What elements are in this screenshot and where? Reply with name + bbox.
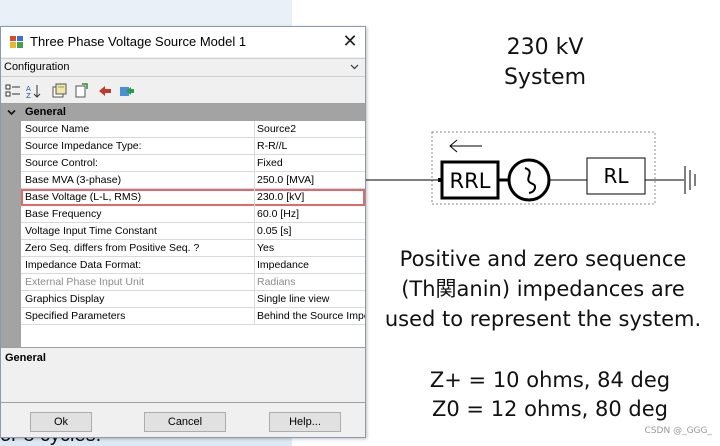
ok-button[interactable]: Ok bbox=[30, 412, 92, 432]
property-name: Source Impedance Type: bbox=[25, 140, 142, 152]
property-name: Impedance Data Format: bbox=[25, 259, 142, 271]
property-name: Base Voltage (L-L, RMS) bbox=[25, 191, 142, 203]
equation-positive: Z+ = 10 ohms, 84 deg bbox=[429, 368, 671, 392]
column-divider[interactable] bbox=[254, 121, 255, 138]
property-value[interactable]: Impedance bbox=[257, 259, 365, 271]
configuration-dropdown[interactable]: Configuration bbox=[1, 58, 365, 77]
property-row[interactable]: Base MVA (3-phase) 250.0 [MVA] bbox=[21, 172, 365, 189]
dialog-titlebar[interactable]: Three Phase Voltage Source Model 1 ✕ bbox=[1, 27, 365, 57]
column-divider[interactable] bbox=[254, 274, 255, 291]
description-pane-title: General bbox=[5, 352, 46, 364]
property-row[interactable]: Specified Parameters Behind the Source Im… bbox=[21, 308, 365, 325]
property-value[interactable]: 250.0 [MVA] bbox=[257, 174, 365, 186]
help-button[interactable]: Help... bbox=[269, 412, 341, 432]
column-divider[interactable] bbox=[254, 223, 255, 240]
column-divider[interactable] bbox=[254, 189, 255, 206]
property-grid: General Source Name Source2 Source Impedan… bbox=[1, 103, 365, 347]
property-row[interactable]: Source Impedance Type: R-R//L bbox=[21, 138, 365, 155]
property-value[interactable]: 60.0 [Hz] bbox=[257, 208, 365, 220]
property-name: Graphics Display bbox=[25, 293, 105, 305]
column-divider[interactable] bbox=[254, 257, 255, 274]
group-header-general[interactable]: General bbox=[1, 104, 365, 121]
group-title: General bbox=[25, 106, 66, 118]
column-divider[interactable] bbox=[254, 291, 255, 308]
column-divider[interactable] bbox=[254, 172, 255, 189]
chevron-down-icon bbox=[350, 64, 359, 70]
property-value[interactable]: Source2 bbox=[257, 123, 365, 135]
property-value[interactable]: Behind the Source Impedance bbox=[257, 310, 365, 322]
property-row[interactable]: External Phase Input Unit Radians bbox=[21, 274, 365, 291]
description-line-1: Positive and zero sequence bbox=[399, 247, 687, 271]
property-name: Voltage Input Time Constant bbox=[25, 225, 157, 237]
property-row[interactable]: Base Voltage (L-L, RMS) 230.0 [kV] bbox=[21, 189, 365, 206]
grid-margin bbox=[1, 121, 21, 347]
close-button[interactable]: ✕ bbox=[335, 27, 365, 56]
dialog-title: Three Phase Voltage Source Model 1 bbox=[30, 34, 247, 49]
categorized-view-icon[interactable] bbox=[5, 83, 21, 99]
property-value[interactable]: Fixed bbox=[257, 157, 365, 169]
description-line-2: (Th関anin) impedances are bbox=[401, 277, 685, 301]
svg-text:Z: Z bbox=[26, 92, 31, 99]
system-title: 230 kV System bbox=[470, 33, 620, 93]
property-row[interactable]: Zero Seq. differs from Positive Seq. ? Ye… bbox=[21, 240, 365, 257]
diagram-rl-label: RL bbox=[603, 164, 629, 188]
import-icon[interactable] bbox=[97, 83, 113, 99]
property-toolbar: A Z bbox=[1, 79, 365, 103]
property-value[interactable]: Single line view bbox=[257, 293, 365, 305]
property-row[interactable]: Impedance Data Format: Impedance bbox=[21, 257, 365, 274]
diagram-rrl-label: RRL bbox=[450, 169, 491, 193]
close-icon: ✕ bbox=[342, 31, 358, 51]
collapse-icon[interactable] bbox=[7, 108, 16, 117]
app-icon bbox=[10, 36, 23, 48]
single-line-diagram: RRL RL bbox=[362, 131, 696, 205]
column-divider[interactable] bbox=[254, 308, 255, 325]
property-value[interactable]: Yes bbox=[257, 242, 365, 254]
property-name: Zero Seq. differs from Positive Seq. ? bbox=[25, 242, 200, 254]
property-name: Source Name bbox=[25, 123, 90, 135]
property-row[interactable]: Source Control: Fixed bbox=[21, 155, 365, 172]
property-row[interactable]: Source Name Source2 bbox=[21, 121, 365, 138]
copy-icon[interactable] bbox=[73, 83, 89, 99]
impedance-equations: Z+ = 10 ohms, 84 deg Z0 = 12 ohms, 80 de… bbox=[380, 366, 720, 424]
export-icon[interactable] bbox=[119, 83, 135, 99]
property-name: External Phase Input Unit bbox=[25, 276, 145, 288]
watermark: CSDN @_GGG_ bbox=[644, 426, 712, 436]
equation-zero: Z0 = 12 ohms, 80 deg bbox=[432, 397, 668, 421]
column-divider[interactable] bbox=[254, 138, 255, 155]
property-row[interactable]: Graphics Display Single line view bbox=[21, 291, 365, 308]
column-divider[interactable] bbox=[254, 240, 255, 257]
property-name: Base MVA (3-phase) bbox=[25, 174, 122, 186]
description-line-3: used to represent the system. bbox=[384, 307, 702, 331]
configuration-label: Configuration bbox=[4, 61, 70, 73]
property-value[interactable]: 230.0 [kV] bbox=[257, 191, 365, 203]
property-value[interactable]: 0.05 [s] bbox=[257, 225, 365, 237]
description-pane: General bbox=[1, 347, 365, 403]
property-name: Base Frequency bbox=[25, 208, 102, 220]
property-row[interactable]: Voltage Input Time Constant 0.05 [s] bbox=[21, 223, 365, 240]
property-value[interactable]: R-R//L bbox=[257, 140, 365, 152]
property-name: Specified Parameters bbox=[25, 310, 126, 322]
property-value: Radians bbox=[257, 276, 296, 288]
description-text: Positive and zero sequence (Th関anin) imp… bbox=[366, 244, 720, 334]
column-divider[interactable] bbox=[254, 155, 255, 172]
slide-left-top-strip bbox=[0, 0, 292, 26]
properties-dialog: Three Phase Voltage Source Model 1 ✕ Con… bbox=[0, 26, 366, 438]
column-divider[interactable] bbox=[254, 206, 255, 223]
property-row[interactable]: Base Frequency 60.0 [Hz] bbox=[21, 206, 365, 223]
property-pages-icon[interactable] bbox=[51, 83, 67, 99]
cancel-button[interactable]: Cancel bbox=[144, 412, 226, 432]
system-title-line-1: 230 kV bbox=[506, 35, 584, 60]
property-rows: Source Name Source2 Source Impedance Type:… bbox=[21, 121, 365, 325]
system-title-line-2: System bbox=[503, 65, 587, 90]
property-name: Source Control: bbox=[25, 157, 98, 169]
sort-alphabetical-icon[interactable]: A Z bbox=[25, 83, 41, 99]
